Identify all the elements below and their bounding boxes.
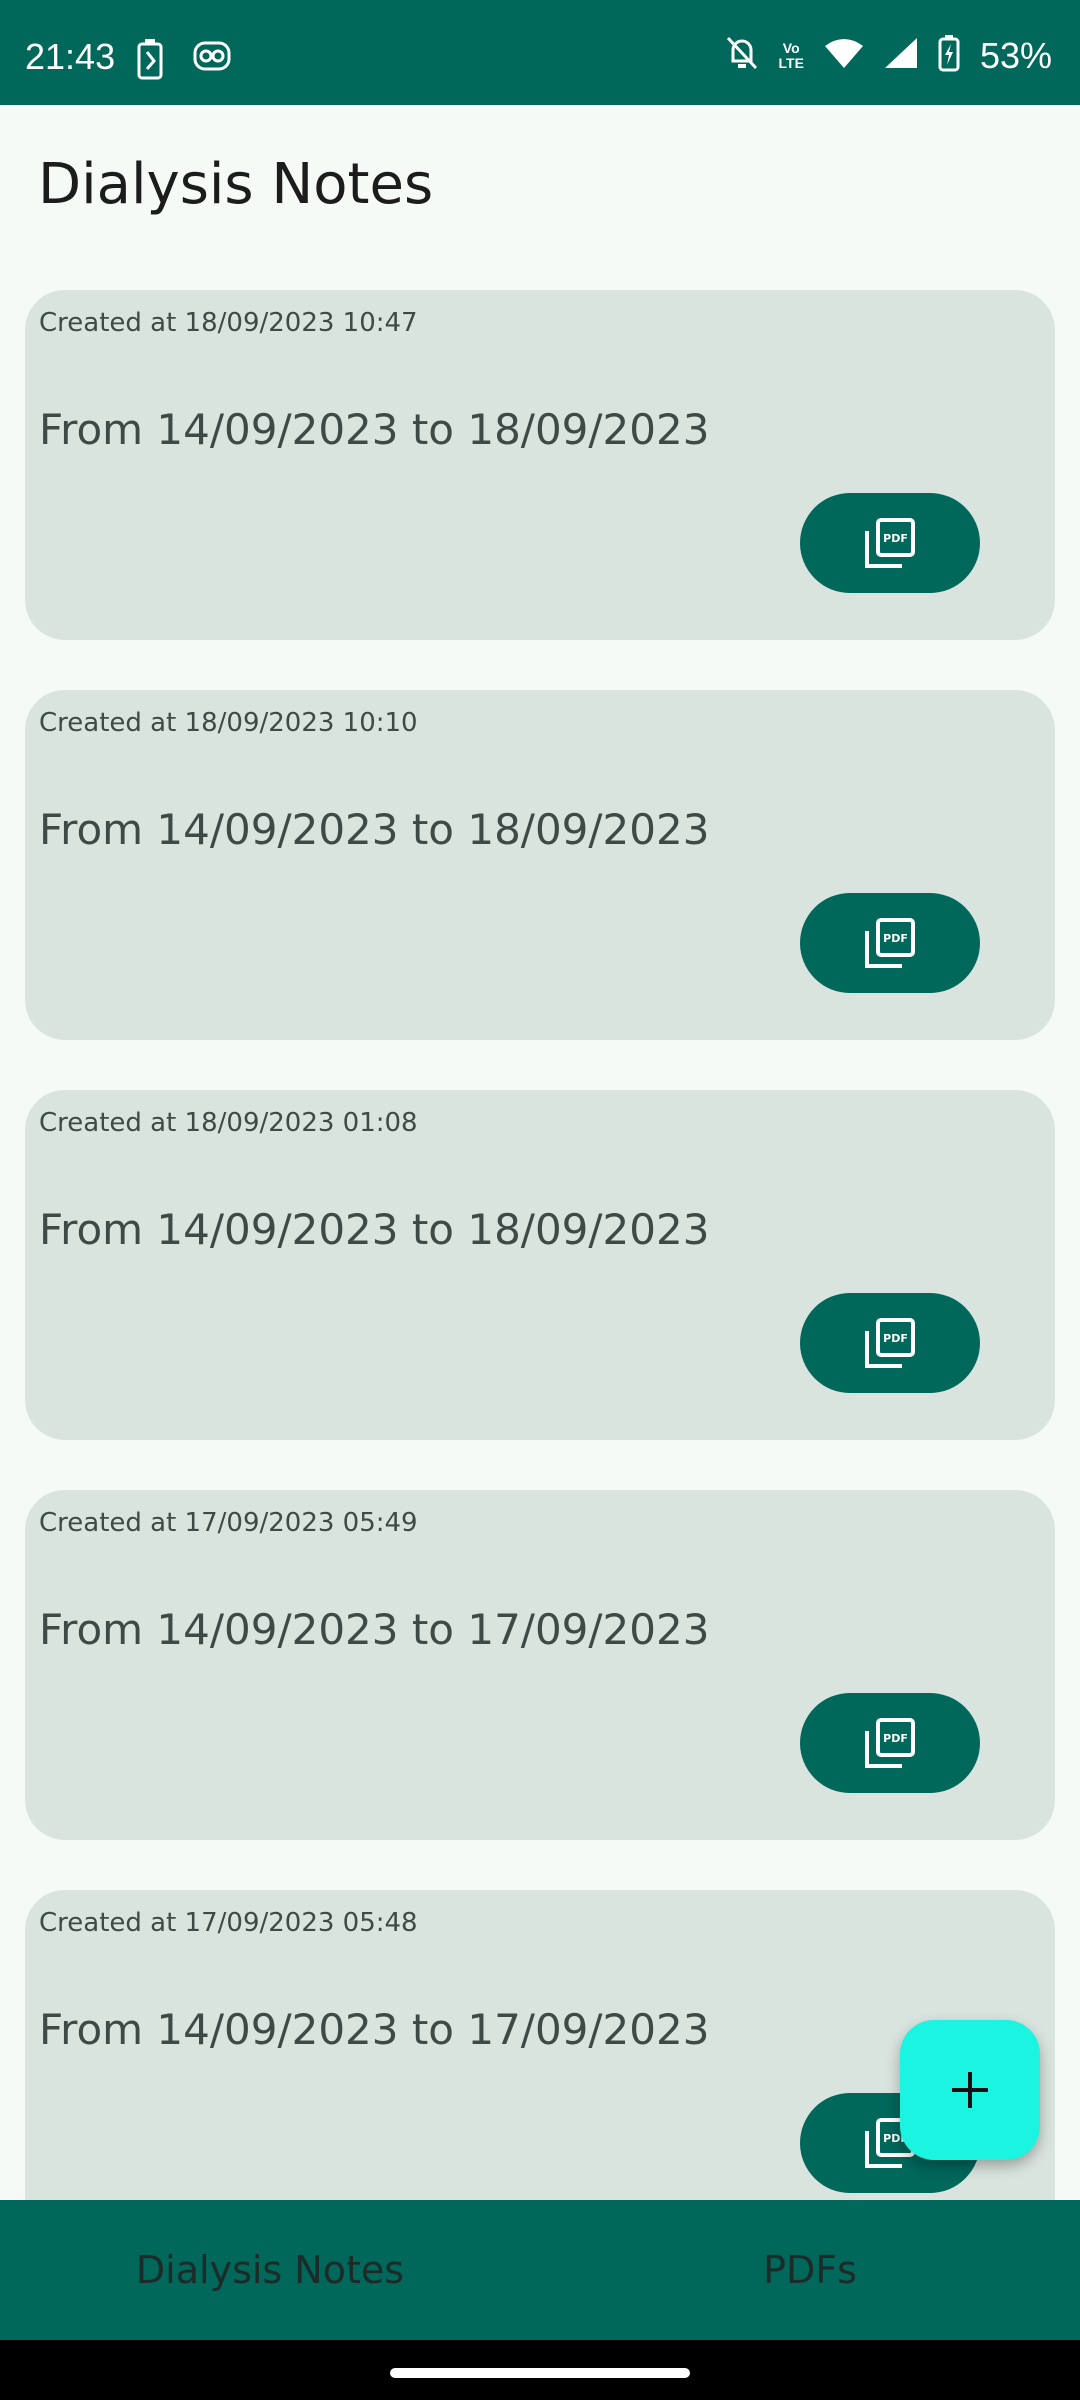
- signal-icon: [884, 37, 918, 74]
- generate-pdf-button[interactable]: PDF: [800, 1293, 980, 1393]
- svg-text:PDF: PDF: [883, 1332, 908, 1345]
- note-card[interactable]: Created at 17/09/2023 05:49 From 14/09/2…: [25, 1490, 1055, 1840]
- note-created-date: Created at 17/09/2023 05:48: [39, 1908, 418, 1938]
- page-title: Dialysis Notes: [38, 152, 434, 217]
- status-time: 21:43: [25, 36, 116, 77]
- pdf-icon: PDF: [865, 1318, 915, 1368]
- pdf-icon: PDF: [865, 518, 915, 568]
- plus-icon: [952, 2072, 988, 2108]
- tab-dialysis-notes[interactable]: Dialysis Notes: [0, 2200, 540, 2340]
- note-date-range: From 14/09/2023 to 18/09/2023: [39, 405, 710, 454]
- home-indicator[interactable]: [390, 2368, 690, 2378]
- note-card[interactable]: Created at 18/09/2023 10:10 From 14/09/2…: [25, 690, 1055, 1040]
- battery-saver-icon: [136, 38, 164, 85]
- note-date-range: From 14/09/2023 to 17/09/2023: [39, 2005, 710, 2054]
- bottom-nav: Dialysis Notes PDFs: [0, 2200, 1080, 2340]
- note-date-range: From 14/09/2023 to 18/09/2023: [39, 805, 710, 854]
- note-created-date: Created at 18/09/2023 10:47: [39, 308, 418, 338]
- tab-pdfs[interactable]: PDFs: [540, 2200, 1080, 2340]
- note-card[interactable]: Created at 18/09/2023 01:08 From 14/09/2…: [25, 1090, 1055, 1440]
- add-note-fab[interactable]: [900, 2020, 1040, 2160]
- pdf-icon: PDF: [865, 918, 915, 968]
- note-card[interactable]: Created at 18/09/2023 10:47 From 14/09/2…: [25, 290, 1055, 640]
- status-bar: 21:43 Vo LTE 53%: [0, 0, 1080, 105]
- svg-text:PDF: PDF: [883, 532, 908, 545]
- generate-pdf-button[interactable]: PDF: [800, 893, 980, 993]
- note-date-range: From 14/09/2023 to 18/09/2023: [39, 1205, 710, 1254]
- note-created-date: Created at 17/09/2023 05:49: [39, 1508, 418, 1538]
- generate-pdf-button[interactable]: PDF: [800, 493, 980, 593]
- svg-text:PDF: PDF: [883, 932, 908, 945]
- battery-percent: 53%: [979, 34, 1052, 76]
- note-date-range: From 14/09/2023 to 17/09/2023: [39, 1605, 710, 1654]
- bell-off-icon: [725, 35, 759, 76]
- volte-icon: Vo LTE: [778, 39, 804, 71]
- battery-icon: [938, 34, 960, 77]
- svg-text:PDF: PDF: [883, 1732, 908, 1745]
- face-icon: [192, 38, 232, 85]
- notes-list[interactable]: Created at 18/09/2023 10:47 From 14/09/2…: [25, 290, 1055, 2290]
- note-created-date: Created at 18/09/2023 10:10: [39, 708, 418, 738]
- pdf-icon: PDF: [865, 1718, 915, 1768]
- note-created-date: Created at 18/09/2023 01:08: [39, 1108, 418, 1138]
- wifi-icon: [824, 37, 864, 74]
- generate-pdf-button[interactable]: PDF: [800, 1693, 980, 1793]
